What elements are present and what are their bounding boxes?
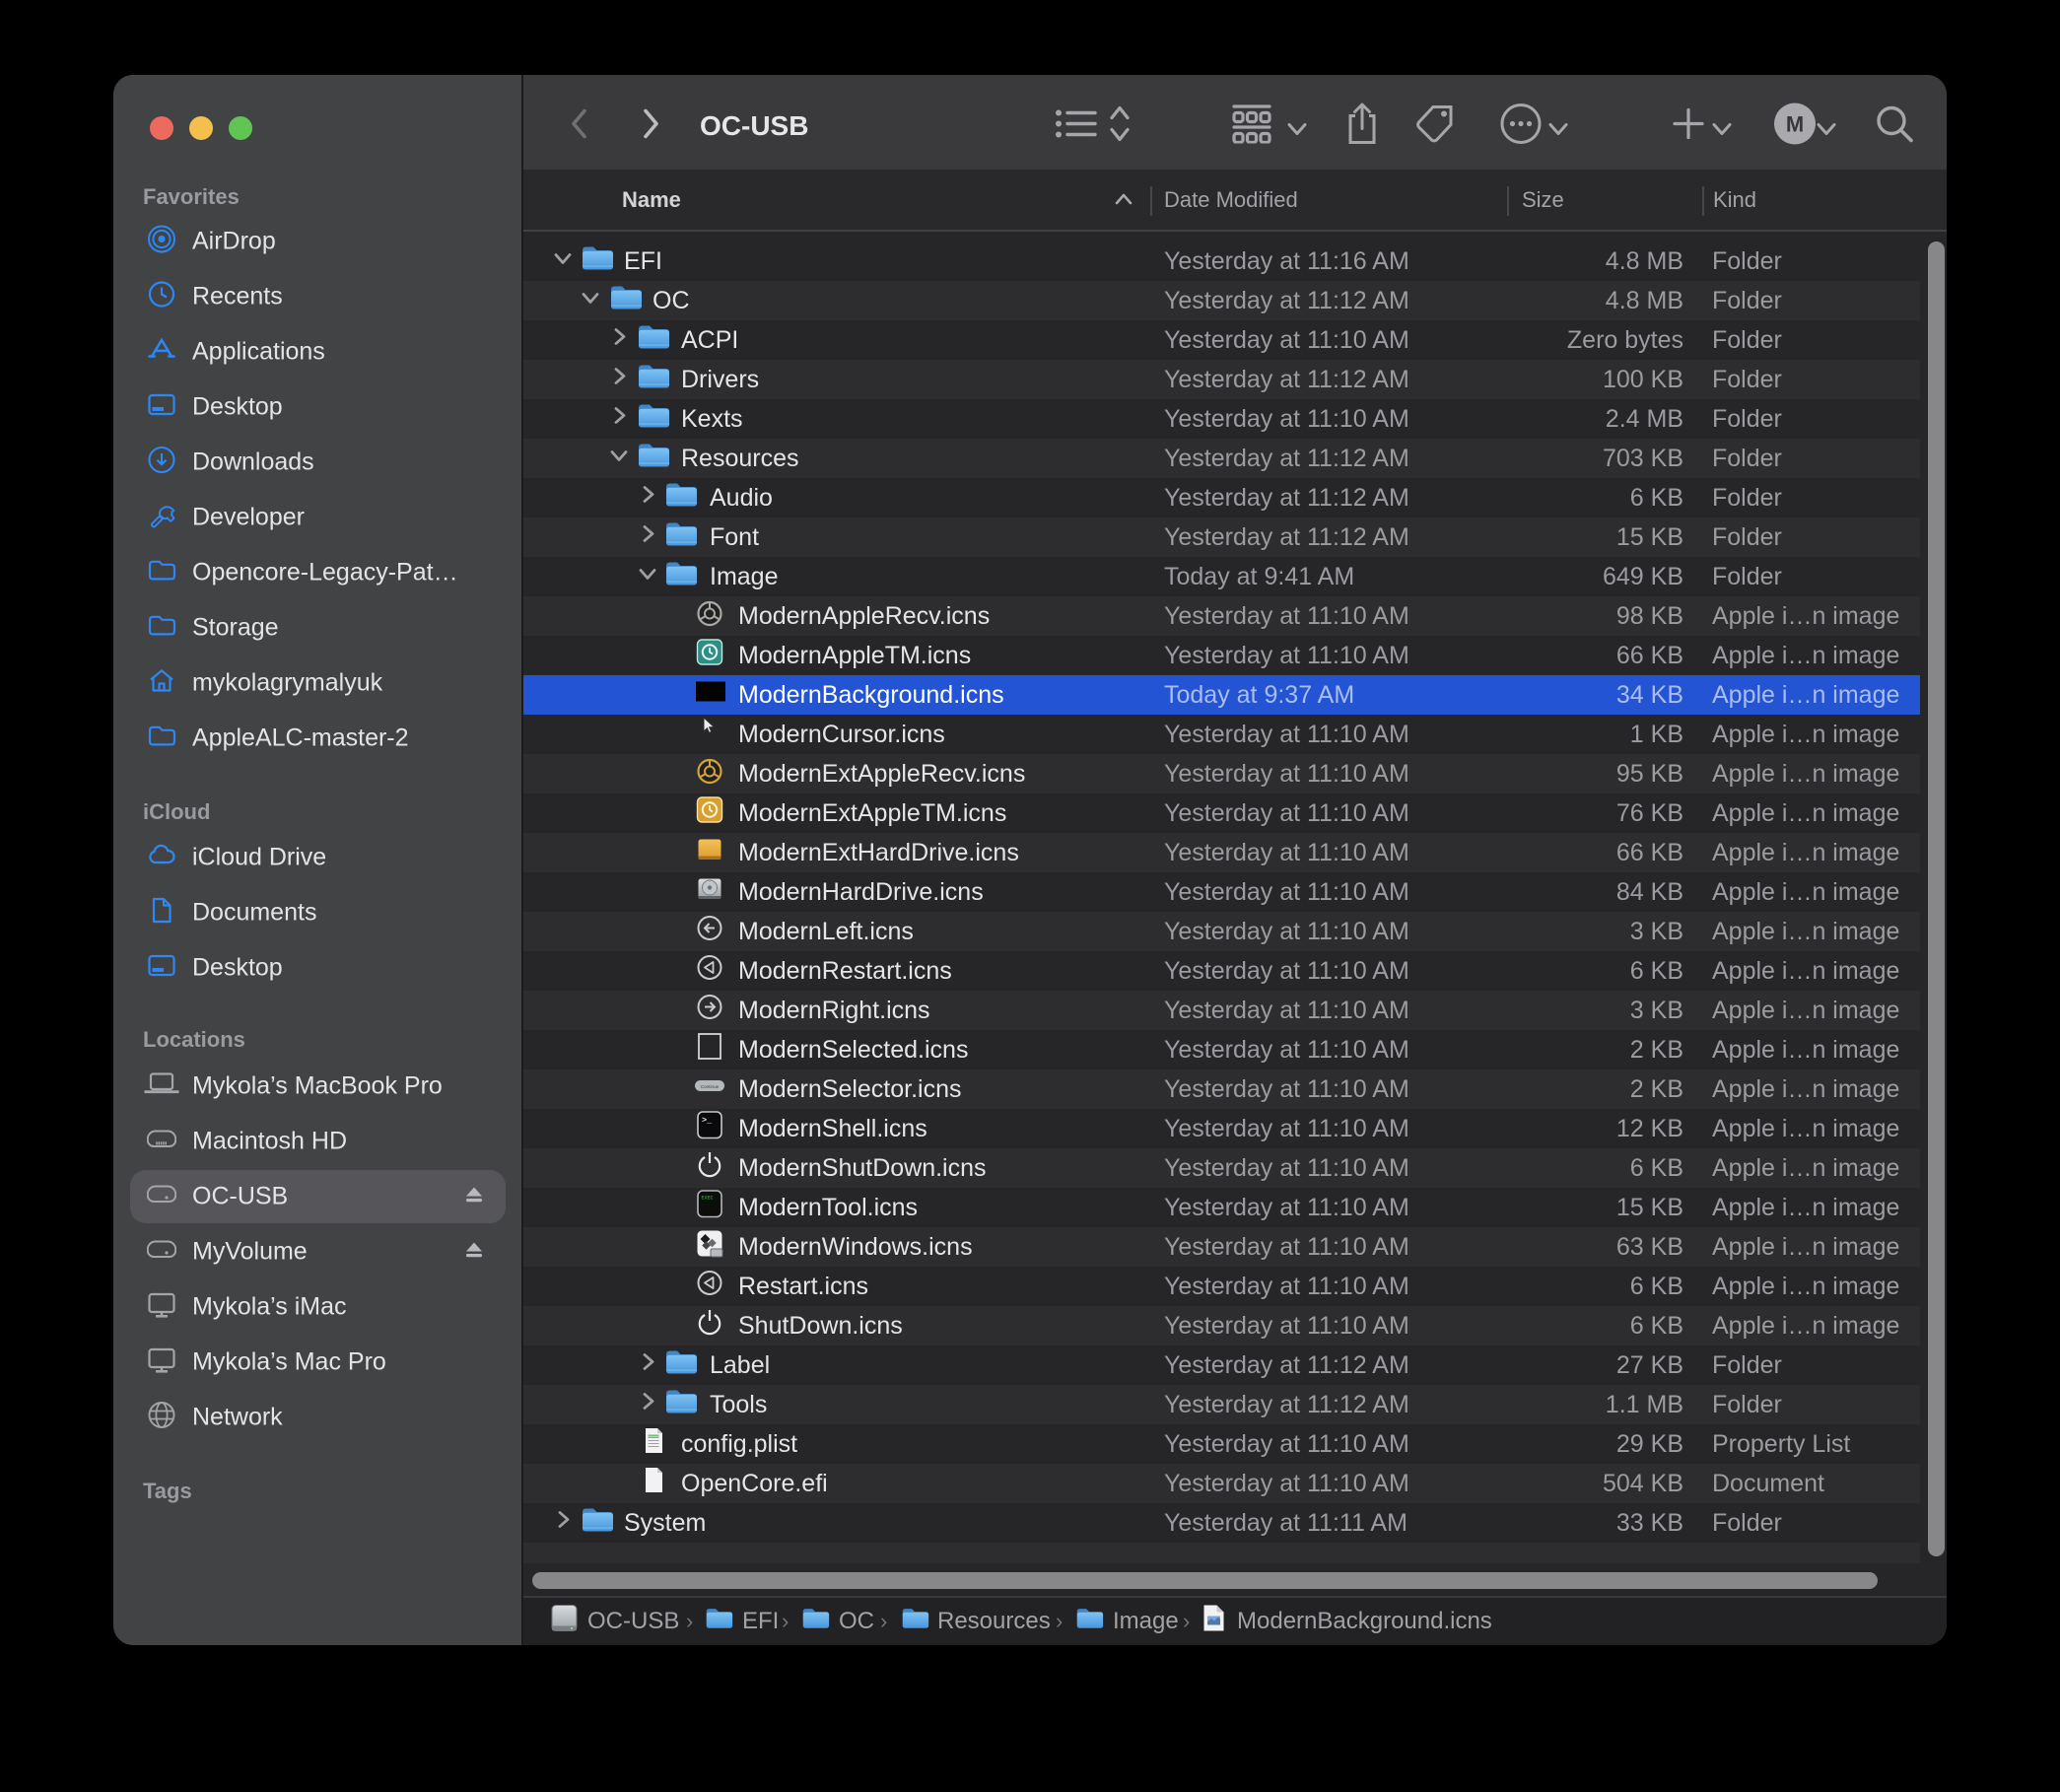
- svg-text:Continue: Continue: [701, 1084, 720, 1089]
- svg-text:>_: >_: [702, 1116, 713, 1126]
- svg-text:EXEC: EXEC: [702, 1196, 714, 1202]
- svg-text:M: M: [1786, 112, 1804, 137]
